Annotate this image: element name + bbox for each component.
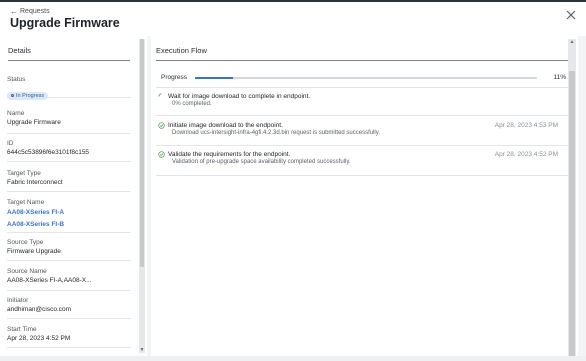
step-timestamp: Apr 28, 2023 4:52 PM	[494, 151, 558, 158]
check-circle-icon	[158, 151, 165, 158]
step-initiate-download: Initiate image download to the endpoint.…	[156, 120, 568, 146]
field-label: Source Name	[7, 268, 47, 275]
page-title: Upgrade Firmware	[10, 16, 120, 30]
step-title: Validate the requirements for the endpoi…	[168, 151, 291, 158]
details-scrollbar-thumb[interactable]	[140, 39, 144, 267]
field-label: Source Type	[7, 239, 44, 246]
step-detail: Validation of pre-upgrade space availabi…	[172, 159, 351, 165]
field-name: Name Upgrade Firmware	[7, 110, 131, 134]
progress-track	[195, 77, 537, 79]
field-source-name: Source Name AA08-XSeries FI-A,AA08-X...	[7, 268, 131, 291]
field-label: Start Time	[7, 326, 37, 333]
step-detail: Download ucs-intersight-infra-4gfi.4.2.3…	[172, 130, 380, 136]
field-label: Initiator	[7, 297, 29, 304]
field-value: 644c5c53896f6e3101f8c155	[7, 149, 90, 156]
details-heading-rule	[8, 60, 130, 61]
step-title: Initiate image download to the endpoint.	[168, 122, 283, 129]
spinner-icon	[158, 93, 162, 97]
back-link-label: Requests	[20, 8, 50, 15]
field-value: Fabric Interconnect	[7, 179, 63, 186]
field-label: Target Name	[7, 199, 45, 206]
step-timestamp: Apr 28, 2023 4:53 PM	[494, 122, 558, 129]
details-heading: Details	[8, 46, 31, 55]
field-value: Upgrade Firmware	[7, 119, 61, 126]
details-scrollbar[interactable]: ▼	[139, 39, 145, 353]
step-title: Wait for image download to complete in e…	[168, 93, 311, 100]
progress-label: Progress	[161, 74, 188, 81]
field-value: Apr 28, 2023 4:52 PM	[7, 335, 71, 342]
field-target-type: Target Type Fabric Interconnect	[7, 170, 131, 192]
field-label: Status	[7, 76, 26, 83]
field-value: andhiman@cisco.com	[7, 306, 72, 313]
close-icon[interactable]	[564, 8, 578, 22]
field-label: Target Type	[7, 170, 41, 177]
field-target-name: Target Name AA08-XSeries FI-A AA08-XSeri…	[7, 199, 131, 233]
page-header: ← Requests Upgrade Firmware	[0, 2, 586, 36]
step-validate-requirements: Validate the requirements for the endpoi…	[156, 149, 568, 176]
progress-row: Progress 11%	[156, 71, 568, 85]
progress-divider	[156, 87, 568, 88]
in-progress-icon	[11, 94, 14, 97]
execution-scrollbar[interactable]: ▲	[568, 39, 576, 361]
field-status: Status In Progress	[7, 76, 131, 100]
chevron-down-icon[interactable]: ▼	[139, 347, 145, 353]
field-label: Name	[7, 110, 25, 117]
field-initiator: Initiator andhiman@cisco.com	[7, 297, 131, 319]
field-id: ID 644c5c53896f6e3101f8c155	[7, 140, 131, 162]
execution-scrollbar-thumb[interactable]	[569, 71, 575, 361]
chevron-up-icon[interactable]: ▲	[568, 39, 576, 45]
step-divider	[156, 115, 568, 116]
field-start-time: Start Time Apr 28, 2023 4:52 PM	[7, 326, 131, 348]
progress-percent: 11%	[553, 74, 566, 81]
progress-fill	[195, 77, 233, 79]
status-badge: In Progress	[7, 91, 49, 100]
field-value: AA08-XSeries FI-A,AA08-X...	[7, 277, 92, 284]
back-link[interactable]: ← Requests	[10, 7, 50, 16]
execution-flow-heading-rule	[156, 60, 568, 61]
step-detail: 0% completed.	[172, 101, 212, 107]
field-value: Firmware Upgrade	[7, 248, 61, 255]
field-label: ID	[7, 140, 14, 147]
target-link-fi-a[interactable]: AA08-XSeries FI-A	[7, 208, 131, 218]
arrow-left-icon: ←	[10, 7, 18, 16]
bottom-strip	[0, 356, 586, 361]
details-panel: Details Status In Progress Name Upgrade …	[0, 36, 147, 356]
execution-flow-panel: Execution Flow Progress 11% Wait for ima…	[151, 36, 578, 356]
check-circle-icon	[158, 122, 165, 129]
step-wait-download: Wait for image download to complete in e…	[156, 91, 568, 111]
field-source-type: Source Type Firmware Upgrade	[7, 239, 131, 261]
execution-flow-heading: Execution Flow	[156, 46, 207, 55]
status-badge-label: In Progress	[16, 92, 45, 99]
target-link-fi-b[interactable]: AA08-XSeries FI-B	[7, 220, 131, 230]
